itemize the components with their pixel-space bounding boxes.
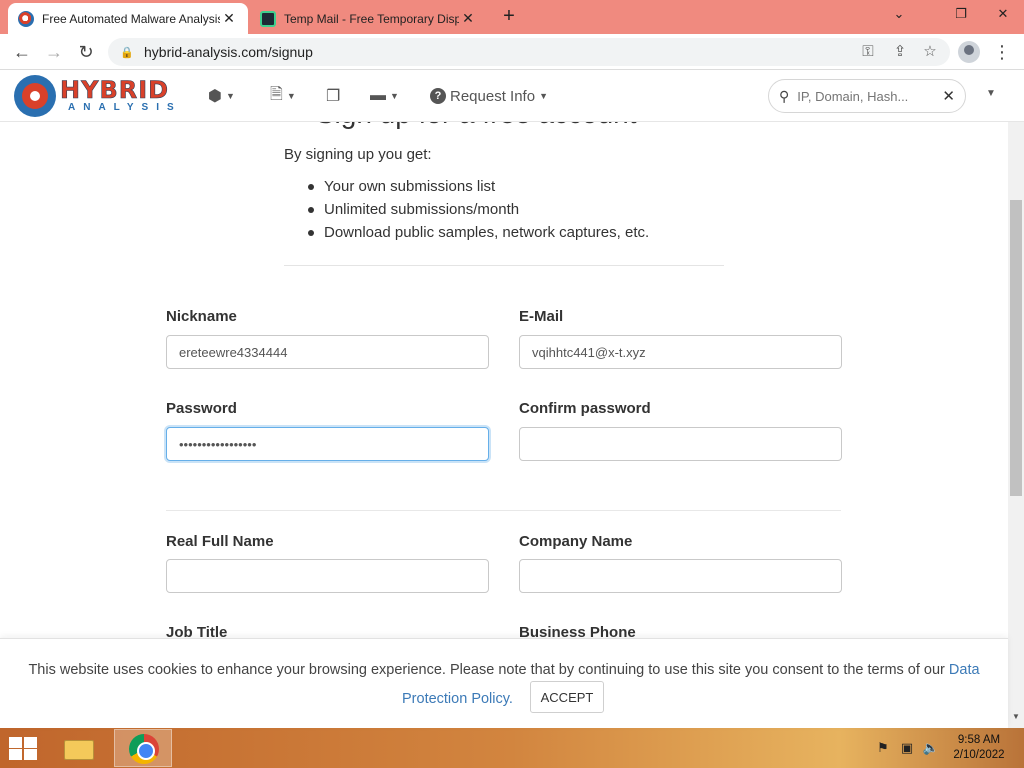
page-scrollbar[interactable]: ▼	[1008, 122, 1024, 728]
network-icon[interactable]: ▣	[898, 740, 916, 756]
logo-subword: ANALYSIS	[68, 102, 182, 113]
file-explorer-icon[interactable]	[62, 734, 98, 762]
real-full-name-input[interactable]	[166, 559, 489, 593]
file-menu[interactable]: 🗎 ▼	[270, 84, 296, 108]
logo-word: HYBRID	[60, 76, 170, 105]
accept-cookies-button[interactable]: ACCEPT	[530, 681, 604, 713]
password-label: Password	[166, 400, 237, 417]
close-window-button[interactable]: ✕	[988, 2, 1018, 26]
scroll-down-arrow-icon[interactable]: ▼	[1012, 712, 1020, 721]
cube-icon: ⬢	[208, 88, 222, 105]
question-circle-icon: ?	[430, 88, 446, 104]
logo-mark-icon	[14, 75, 56, 117]
new-tab-button[interactable]: +	[498, 6, 520, 28]
copy-files-button[interactable]: ❐	[326, 84, 340, 108]
chrome-taskbar-button[interactable]	[114, 729, 172, 767]
clock-time: 9:58 AM	[957, 734, 1001, 746]
site-header: HYBRID ANALYSIS ⬢ ▼ 🗎 ▼ ❐ ▬ ▼ ? Request Inf…	[0, 70, 1024, 122]
restore-button[interactable]: ❐	[946, 2, 976, 26]
confirm-password-label: Confirm password	[519, 400, 651, 417]
volume-muted-icon[interactable]: 🔈	[922, 740, 940, 756]
windows-taskbar: ⚑ ▣ 🔈 9:58 AM 2/10/2022	[0, 728, 1024, 768]
real-full-name-label: Real Full Name	[166, 533, 274, 550]
caret-down-icon: ▼	[390, 91, 399, 101]
cookie-message: This website uses cookies to enhance you…	[28, 662, 945, 678]
minimize-button[interactable]: ⌄	[884, 2, 914, 26]
scrollbar-thumb[interactable]	[1010, 200, 1022, 496]
taskbar-clock[interactable]: 9:58 AM 2/10/2022	[946, 733, 1012, 763]
divider	[284, 265, 724, 266]
tab-temp-mail[interactable]: Temp Mail - Free Temporary Disposable ✕	[250, 3, 487, 34]
caret-down-icon: ▼	[225, 91, 235, 101]
forward-arrow-icon[interactable]: →	[42, 40, 66, 64]
email-input[interactable]	[519, 335, 842, 369]
address-url: hybrid-analysis.com/signup	[144, 44, 313, 60]
list-item: Your own submissions list	[307, 178, 649, 201]
benefits-list: Your own submissions list Unlimited subm…	[307, 178, 649, 247]
browser-toolbar: ← → ↻ 🔒 hybrid-analysis.com/signup ⚿ ⇪ ☆…	[0, 34, 1024, 70]
hybrid-analysis-favicon-icon	[18, 10, 34, 27]
signup-intro: By signing up you get:	[284, 146, 432, 163]
tab-title: Temp Mail - Free Temporary Disposable	[284, 11, 459, 26]
clock-date: 2/10/2022	[953, 749, 1005, 761]
folder-icon: ▬	[370, 87, 386, 104]
profile-avatar-icon[interactable]	[958, 41, 980, 63]
chrome-icon	[129, 734, 159, 764]
divider	[166, 510, 841, 511]
header-caret-down-icon[interactable]: ▼	[986, 88, 996, 99]
reload-icon[interactable]: ↻	[74, 40, 98, 64]
site-search-input[interactable]	[797, 88, 943, 104]
tab-title: Free Automated Malware Analysis	[42, 11, 220, 26]
search-icon: ⚲	[779, 87, 790, 104]
caret-down-icon: ▼	[286, 91, 296, 101]
site-search: ⚲ ✕	[768, 79, 966, 113]
share-icon[interactable]: ⇪	[888, 40, 912, 64]
address-bar[interactable]: 🔒 hybrid-analysis.com/signup	[108, 38, 950, 66]
company-name-label: Company Name	[519, 533, 633, 550]
file-upload-icon: 🗎	[270, 85, 283, 103]
page-title-text: Sign up for a free account	[316, 122, 637, 130]
temp-mail-favicon-icon	[260, 10, 276, 27]
tab-close-icon[interactable]: ✕	[220, 10, 238, 27]
hybrid-analysis-logo[interactable]: HYBRID ANALYSIS	[14, 74, 182, 118]
clear-search-icon[interactable]: ✕	[942, 87, 955, 105]
folder-shape	[64, 740, 94, 760]
request-info-menu[interactable]: ? Request Info ▼	[430, 84, 548, 108]
action-center-flag-icon[interactable]: ⚑	[874, 740, 892, 756]
page-title: ▼ Sign up for a free account	[286, 122, 637, 130]
cookie-text: This website uses cookies to enhance you…	[0, 662, 1008, 678]
caret-down-icon: ▼	[539, 91, 548, 101]
data-protection-link[interactable]: Data	[949, 662, 980, 678]
tab-close-icon[interactable]: ✕	[459, 10, 477, 27]
browser-menu-icon[interactable]: ⋮	[992, 40, 1012, 64]
nickname-input[interactable]	[166, 335, 489, 369]
confirm-password-input[interactable]	[519, 427, 842, 461]
bookmark-star-icon[interactable]: ☆	[918, 40, 942, 64]
request-info-label: Request Info	[450, 87, 536, 105]
browser-tab-strip: Free Automated Malware Analysis ✕ Temp M…	[0, 0, 1024, 34]
company-name-input[interactable]	[519, 559, 842, 593]
copy-files-icon: ❐	[326, 88, 341, 105]
email-label: E-Mail	[519, 308, 564, 325]
list-item: Download public samples, network capture…	[307, 224, 649, 247]
key-icon[interactable]: ⚿	[856, 40, 880, 64]
list-item: Unlimited submissions/month	[307, 201, 649, 224]
folder-menu[interactable]: ▬ ▼	[370, 84, 399, 108]
password-input[interactable]	[166, 427, 489, 461]
cookie-banner: This website uses cookies to enhance you…	[0, 638, 1008, 728]
nickname-label: Nickname	[166, 308, 237, 325]
data-protection-link-continued[interactable]: Protection Policy.	[402, 691, 513, 707]
tab-hybrid-analysis[interactable]: Free Automated Malware Analysis ✕	[8, 3, 248, 34]
lock-icon: 🔒	[120, 46, 134, 59]
windows-start-icon[interactable]	[8, 736, 38, 760]
back-arrow-icon[interactable]: ←	[10, 40, 34, 64]
submissions-menu[interactable]: ⬢ ▼	[208, 84, 235, 108]
